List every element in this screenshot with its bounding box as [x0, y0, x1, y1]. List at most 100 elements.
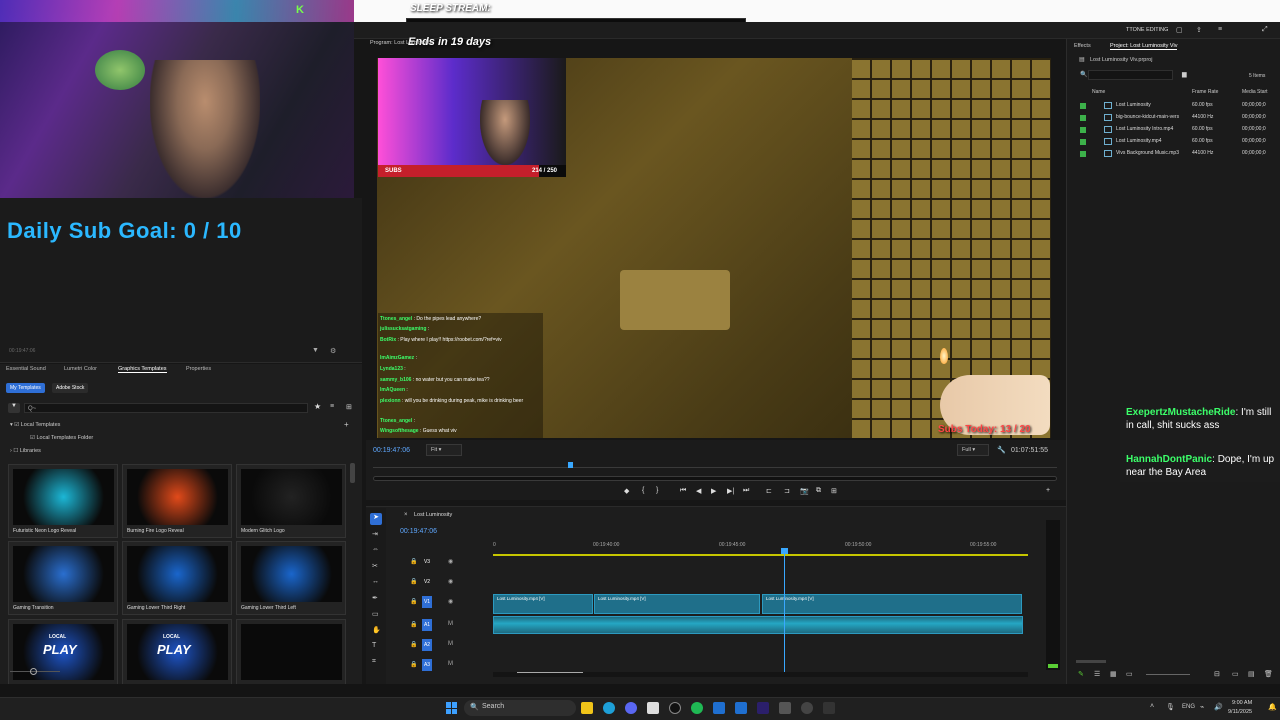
- template-chip[interactable]: My Templates: [6, 383, 45, 393]
- new-bin-icon[interactable]: ▭: [1232, 670, 1239, 678]
- go-to-out-icon[interactable]: ⏭: [743, 487, 749, 495]
- timeline-ruler[interactable]: [493, 550, 1028, 556]
- project-scrollbar[interactable]: [1076, 660, 1106, 663]
- quality-select[interactable]: Full ▾: [957, 444, 989, 456]
- clock-date[interactable]: 9/11/2025: [1228, 709, 1252, 715]
- wrench-icon[interactable]: 🔧: [997, 446, 1006, 454]
- label-color-swatch[interactable]: [1080, 127, 1086, 133]
- lock-icon[interactable]: 🔒: [410, 661, 417, 668]
- share-icon[interactable]: ⇪: [1196, 26, 1202, 34]
- track-label[interactable]: V3: [422, 556, 432, 568]
- video-clip[interactable]: Lost Luminosity.mp4 [V]: [493, 594, 593, 614]
- close-icon[interactable]: ×: [404, 512, 408, 518]
- obs-icon[interactable]: [647, 702, 659, 714]
- go-to-in-icon[interactable]: ⏮: [680, 487, 686, 495]
- scrub-bar[interactable]: [373, 476, 1057, 481]
- eye-icon[interactable]: ◉: [448, 578, 453, 585]
- left-tab[interactable]: Graphics Templates: [118, 366, 167, 373]
- tab-effects[interactable]: Effects: [1074, 43, 1091, 49]
- volume-icon[interactable]: 🔊: [1214, 703, 1223, 711]
- type-icon[interactable]: T: [372, 642, 376, 649]
- tree-local-templates-folder[interactable]: ☑ Local Templates Folder: [30, 435, 93, 441]
- project-search-input[interactable]: [1088, 70, 1173, 80]
- tab-project[interactable]: Project: Lost Luminosity Viv: [1110, 43, 1178, 50]
- timeline-timecode[interactable]: 00:19:47:06: [400, 528, 437, 535]
- template-card[interactable]: Gaming Lower Third Left: [236, 541, 346, 615]
- rectangle-icon[interactable]: ▭: [372, 610, 379, 618]
- eye-icon[interactable]: ◉: [448, 598, 453, 605]
- fullscreen-icon[interactable]: ⤢: [1262, 26, 1268, 34]
- premiere-icon[interactable]: [757, 702, 769, 714]
- track-label[interactable]: V2: [422, 576, 432, 588]
- lock-icon[interactable]: 🔒: [410, 598, 417, 605]
- project-item[interactable]: big-bounce-kidcut-main-vers 44100 Hz 00;00…: [1080, 113, 1272, 125]
- list-view-icon[interactable]: ☰: [1094, 670, 1100, 678]
- program-monitor-label[interactable]: Program: Lost Luminosity: [370, 40, 432, 46]
- settings-icon[interactable]: ⚙: [330, 347, 336, 355]
- slip-icon[interactable]: ↔: [372, 578, 379, 585]
- timeline-scroll-thumb[interactable]: [517, 672, 583, 677]
- filter-icon[interactable]: ▼: [312, 347, 319, 354]
- lock-icon[interactable]: 🔒: [410, 621, 417, 628]
- edge-icon[interactable]: [603, 702, 615, 714]
- discord-icon[interactable]: [625, 702, 637, 714]
- template-card[interactable]: [236, 619, 346, 693]
- playhead[interactable]: [784, 549, 785, 673]
- marker-icon[interactable]: ◆: [624, 487, 629, 495]
- eye-icon[interactable]: M: [448, 661, 453, 667]
- in-point-icon[interactable]: {: [642, 487, 644, 494]
- lock-icon[interactable]: 🔒: [410, 558, 417, 565]
- col-frame-rate[interactable]: Frame Rate: [1192, 89, 1218, 95]
- list-icon[interactable]: ≡: [330, 403, 334, 410]
- add-icon[interactable]: +: [344, 420, 349, 429]
- lift-icon[interactable]: ⊏: [766, 487, 772, 495]
- audio-clip[interactable]: [493, 616, 1023, 634]
- store-icon[interactable]: [735, 702, 747, 714]
- col-media-start[interactable]: Media Start: [1242, 89, 1268, 95]
- add-button-icon[interactable]: +: [1046, 487, 1050, 494]
- program-timecode[interactable]: 00:19:47:06: [373, 447, 410, 454]
- track-label[interactable]: A1: [422, 619, 432, 631]
- start-icon[interactable]: [446, 702, 458, 714]
- fit-select[interactable]: Fit ▾: [426, 444, 462, 456]
- razor-icon[interactable]: ✂: [372, 562, 378, 570]
- icon-view-icon[interactable]: ▦: [1110, 670, 1117, 678]
- microphone-icon[interactable]: 🎙: [1166, 703, 1175, 711]
- taskbar-search[interactable]: Search: [464, 700, 576, 716]
- play-icon[interactable]: ▶: [711, 487, 716, 495]
- eye-icon[interactable]: M: [448, 621, 453, 627]
- template-search-input[interactable]: Q~: [24, 403, 308, 413]
- project-item[interactable]: Vivs Background Music.mp3 44100 Hz 00;00;0…: [1080, 149, 1272, 161]
- button-editor-icon[interactable]: ⊞: [831, 487, 837, 495]
- steam-icon[interactable]: [713, 702, 725, 714]
- zoom-slider-handle[interactable]: [30, 668, 37, 675]
- menu-icon[interactable]: ≡: [1218, 26, 1222, 33]
- sequence-tab[interactable]: Lost Luminosity: [414, 512, 452, 518]
- thumb-size-slider[interactable]: [1146, 674, 1190, 675]
- ripple-icon[interactable]: ⇔: [372, 546, 379, 553]
- selection-tool-icon[interactable]: ➤: [370, 513, 382, 525]
- automate-icon[interactable]: ⊟: [1214, 670, 1220, 678]
- template-chip[interactable]: Adobe Stock: [52, 383, 89, 393]
- github-icon[interactable]: [669, 702, 681, 714]
- camera-icon[interactable]: 📷: [800, 487, 809, 495]
- pen-icon[interactable]: ✒: [372, 594, 378, 602]
- label-color-swatch[interactable]: [1080, 139, 1086, 145]
- tree-libraries[interactable]: › ☐ Libraries: [10, 448, 41, 454]
- project-item[interactable]: Lost Luminosity.mp4 60.00 fps 00;00;00;0: [1080, 137, 1272, 149]
- monitor-ruler[interactable]: [373, 462, 1057, 468]
- language-indicator[interactable]: ENG: [1182, 704, 1195, 710]
- bin-icon[interactable]: ▆: [1182, 71, 1187, 78]
- workspace-label[interactable]: TTONE EDITING: [1126, 27, 1168, 33]
- tree-local-templates[interactable]: ▾ ☑ Local Templates: [10, 422, 60, 428]
- video-clip[interactable]: Lost Luminosity.mp4 [V]: [762, 594, 1022, 614]
- lock-icon[interactable]: 🔒: [410, 578, 417, 585]
- step-forward-icon[interactable]: ▶|: [727, 487, 734, 495]
- left-tab[interactable]: Essential Sound: [6, 366, 46, 372]
- label-color-swatch[interactable]: [1080, 115, 1086, 121]
- trash-icon[interactable]: 🗑: [1264, 670, 1273, 678]
- eye-icon[interactable]: ◉: [448, 558, 453, 565]
- chevron-up-icon[interactable]: ˄: [1150, 703, 1154, 710]
- notification-icon[interactable]: 🔔: [1268, 703, 1277, 711]
- out-point-icon[interactable]: }: [656, 487, 658, 494]
